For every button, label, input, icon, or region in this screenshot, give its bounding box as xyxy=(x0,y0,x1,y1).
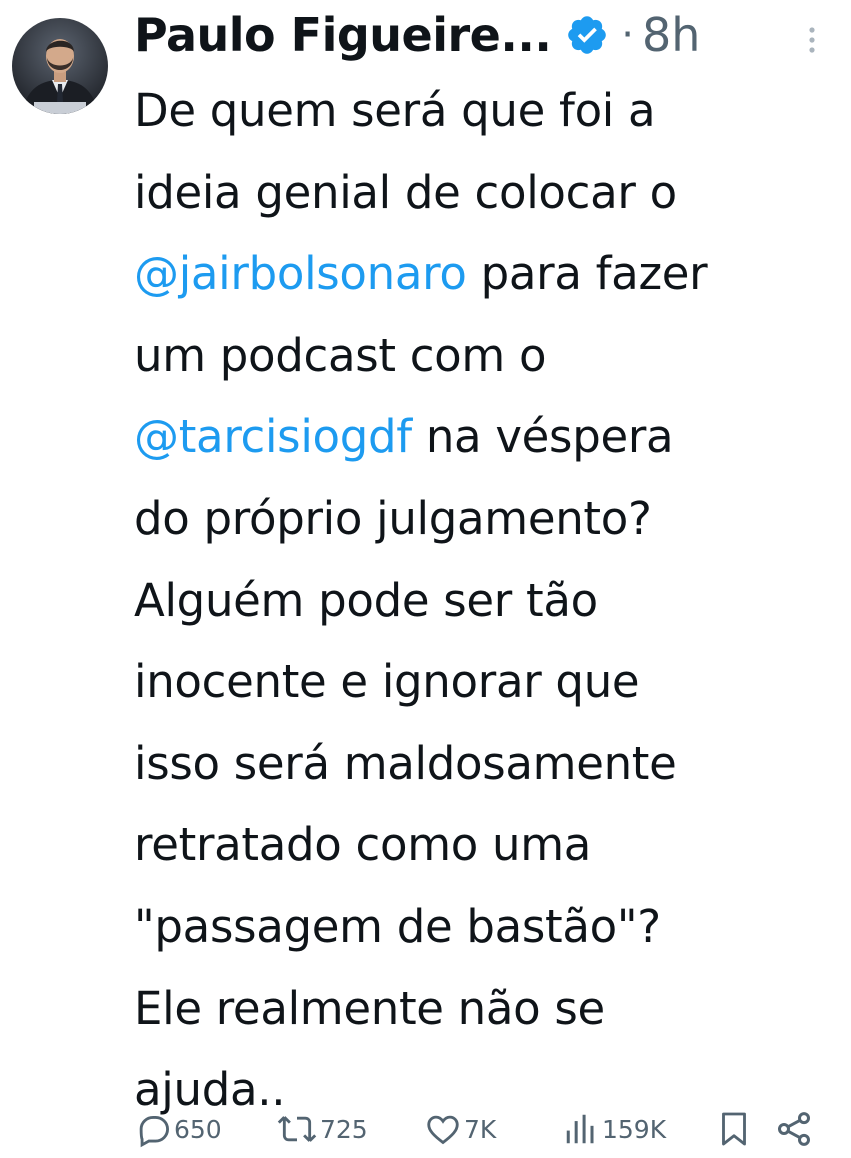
tweet-text-line: ideia genial de colocar o xyxy=(134,165,677,219)
bookmark-icon xyxy=(722,1112,746,1146)
tweet-timestamp[interactable]: 8h xyxy=(642,8,700,62)
tweet-text-line: @tarcisiogdf na véspera xyxy=(134,396,834,478)
share-button[interactable] xyxy=(774,1106,814,1152)
tweet-text-line: inocente e ignorar que xyxy=(134,655,640,709)
reply-button[interactable]: 650 xyxy=(134,1106,222,1152)
more-options-button[interactable] xyxy=(800,20,824,60)
tweet-text-line: De quem será que foi a xyxy=(134,84,656,137)
views-button[interactable]: 159K xyxy=(562,1106,666,1152)
like-button[interactable]: 7K xyxy=(424,1106,496,1152)
tweet-text-line: @jairbolsonaro para fazer xyxy=(134,233,834,315)
header-separator: · xyxy=(621,12,635,58)
tweet-action-bar: 650 725 7K 159K xyxy=(134,1106,834,1152)
tweet-text-line: "passagem de bastão"? xyxy=(134,899,661,953)
tweet-header: Paulo Figueire... · 8h xyxy=(134,0,700,70)
tweet-card: Paulo Figueire... · 8h De quem será que … xyxy=(0,0,851,1158)
share-icon xyxy=(777,1112,811,1146)
like-count: 7K xyxy=(464,1114,497,1144)
views-count: 159K xyxy=(602,1114,667,1144)
tweet-text-line: do próprio julgamento? xyxy=(134,491,652,545)
author-name[interactable]: Paulo Figueire... xyxy=(134,8,552,62)
tweet-text-line: Ele realmente não se xyxy=(134,981,605,1035)
tweet-text-line: retratado como uma xyxy=(134,818,592,872)
heart-icon xyxy=(427,1115,459,1145)
tweet-text-fragment: para fazer xyxy=(466,247,708,301)
speech-bubble-icon xyxy=(139,1116,169,1148)
mention-link[interactable]: @jairbolsonaro xyxy=(134,247,467,300)
retweet-arrows-icon xyxy=(277,1116,317,1142)
mention-link[interactable]: @tarcisiogdf xyxy=(134,410,412,463)
tweet-text-line: Alguém pode ser tão xyxy=(134,573,598,627)
verified-badge-icon xyxy=(565,13,609,57)
bar-chart-icon xyxy=(566,1114,594,1144)
tweet-text-fragment: na véspera xyxy=(411,410,674,464)
tweet-text: De quem será que foi a ideia genial de c… xyxy=(134,70,834,1131)
vertical-dots-icon xyxy=(809,27,815,53)
tweet-text-line: isso será maldosamente xyxy=(134,736,677,790)
bookmark-button[interactable] xyxy=(716,1106,752,1152)
tweet-text-line: um podcast com o xyxy=(134,328,547,382)
retweet-button[interactable]: 725 xyxy=(276,1106,368,1152)
author-avatar[interactable] xyxy=(12,18,108,114)
retweet-count: 725 xyxy=(320,1114,368,1144)
reply-count: 650 xyxy=(174,1114,222,1144)
